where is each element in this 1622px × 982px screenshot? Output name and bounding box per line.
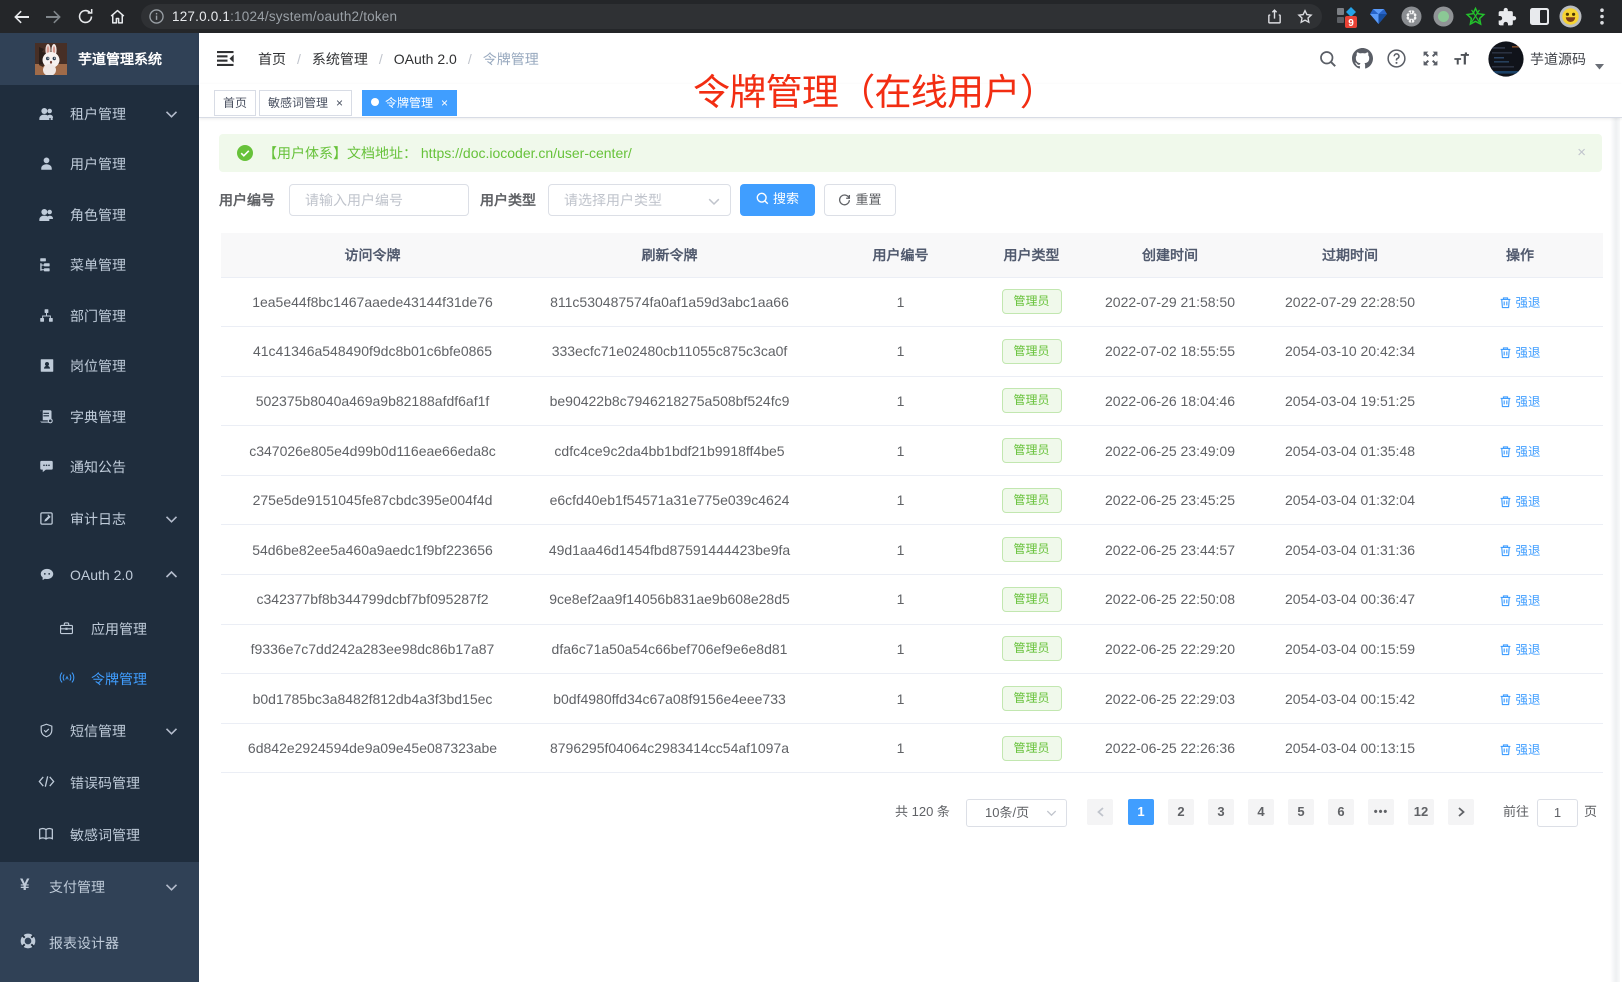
svg-text:9: 9 [1348, 18, 1354, 29]
